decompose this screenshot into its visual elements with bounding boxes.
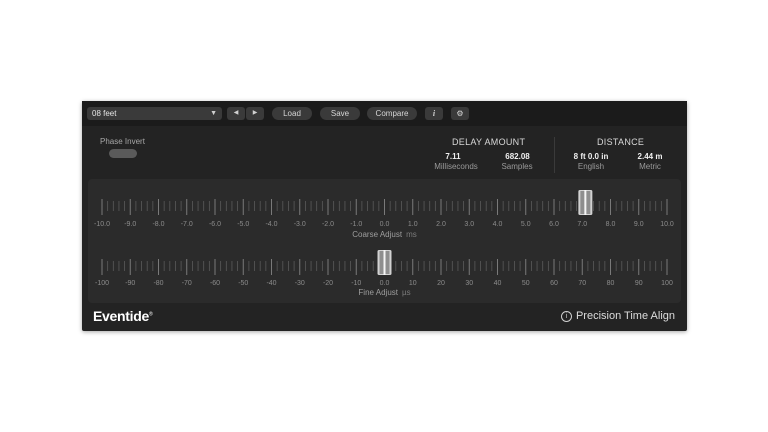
coarse-tick-label: -8.0 [152, 221, 164, 228]
fine-tick-label: 50 [522, 280, 530, 287]
plugin-window: 08 feet ▼ ◀ ▶ Load Save Compare i ⚙ Phas… [82, 101, 687, 331]
fine-tick-label: 20 [437, 280, 445, 287]
compare-button[interactable]: Compare [367, 107, 417, 120]
fine-adjust-caption: Fine Adjust µs [88, 288, 681, 297]
fine-adjust-scale[interactable]: -100 -90 -80 -70 -60 -50 -40 -30 -20 -10 0.0 10 20 30… [88, 245, 681, 291]
coarse-adjust-label: Coarse Adjust [352, 230, 403, 239]
fine-tick-label: -50 [238, 280, 248, 287]
delay-samples-value: 682.08 [505, 152, 530, 161]
coarse-tick-label: -5.0 [237, 221, 249, 228]
coarse-tick-label: -6.0 [209, 221, 221, 228]
fine-handle[interactable] [377, 250, 392, 275]
product-name[interactable]: i Precision Time Align [560, 310, 675, 322]
coarse-tick-label: -1.0 [350, 221, 362, 228]
phase-invert-toggle[interactable] [109, 149, 137, 158]
adjust-panel: -10.0 -9.0 -8.0 -7.0 -6.0 -5.0 -4.0 -3.0 -2.0 -1.… [88, 179, 681, 303]
coarse-tick-label: 1.0 [408, 221, 418, 228]
fine-tick-label: -70 [182, 280, 192, 287]
distance-english-value: 8 ft 0.0 in [573, 152, 609, 161]
arrow-left-icon: ◀ [233, 110, 239, 116]
fine-adjust-label: Fine Adjust [358, 288, 398, 297]
coarse-tick-label: 0.0 [380, 221, 390, 228]
coarse-tick-label: -3.0 [294, 221, 306, 228]
coarse-tick-label: 10.0 [660, 221, 674, 228]
distance-metric-label: Metric [639, 162, 661, 171]
coarse-tick-label: -10.0 [94, 221, 110, 228]
fine-adjust-unit: µs [401, 288, 411, 297]
fine-tick-label: 0.0 [380, 280, 390, 287]
fine-tick-label: 10 [409, 280, 417, 287]
preset-select[interactable]: 08 feet ▼ [87, 107, 222, 120]
phase-invert-label: Phase Invert [100, 137, 145, 146]
next-preset-button[interactable]: ▶ [246, 107, 264, 120]
coarse-tick-label: -9.0 [124, 221, 136, 228]
fine-tick-label: -60 [210, 280, 220, 287]
coarse-tick-label: 5.0 [521, 221, 531, 228]
toolbar: 08 feet ▼ ◀ ▶ Load Save Compare i ⚙ [82, 101, 687, 126]
fine-adjust-slider[interactable]: -100 -90 -80 -70 -60 -50 -40 -30 -20 -10 0.0 10 20 30… [88, 245, 681, 303]
fine-tick-label: 80 [607, 280, 615, 287]
coarse-adjust-slider[interactable]: -10.0 -9.0 -8.0 -7.0 -6.0 -5.0 -4.0 -3.0 -2.0 -1.… [88, 185, 681, 243]
delay-ms-label: Milliseconds [434, 162, 478, 171]
coarse-tick-label: -4.0 [265, 221, 277, 228]
coarse-tick-label: 8.0 [606, 221, 616, 228]
logo-mark: ® [148, 311, 153, 318]
settings-gear-icon[interactable]: ⚙ [451, 107, 469, 120]
product-title: Precision Time Align [575, 310, 675, 322]
fine-tick-label: 100 [661, 280, 673, 287]
logo-text: Eventide [93, 308, 149, 324]
fine-tick-label: 30 [465, 280, 473, 287]
fine-tick-label: -30 [295, 280, 305, 287]
coarse-tick-label: 4.0 [493, 221, 503, 228]
coarse-tick-label: -2.0 [322, 221, 334, 228]
eventide-logo: Eventide® [93, 308, 153, 324]
info-icon[interactable]: i [425, 107, 443, 120]
distance-english-label: English [577, 162, 605, 171]
coarse-tick-label: 6.0 [549, 221, 559, 228]
coarse-tick-label: 9.0 [634, 221, 644, 228]
coarse-handle[interactable] [578, 190, 593, 215]
arrow-right-icon: ▶ [252, 110, 258, 116]
delay-samples-label: Samples [501, 162, 533, 171]
prev-preset-button[interactable]: ◀ [227, 107, 245, 120]
coarse-tick-label: 2.0 [436, 221, 446, 228]
fine-tick-label: 90 [635, 280, 643, 287]
coarse-tick-label: 7.0 [577, 221, 587, 228]
delay-amount-title: DELAY AMOUNT [452, 137, 526, 147]
load-button[interactable]: Load [272, 107, 312, 120]
save-button[interactable]: Save [320, 107, 360, 120]
fine-tick-label: 70 [578, 280, 586, 287]
preset-value: 08 feet [92, 109, 117, 118]
coarse-adjust-unit: ms [406, 230, 417, 239]
fine-tick-label: -10 [351, 280, 361, 287]
fine-tick-label: -20 [323, 280, 333, 287]
distance-metric-value: 2.44 m [637, 152, 663, 161]
fine-tick-label: 40 [494, 280, 502, 287]
coarse-adjust-scale[interactable]: -10.0 -9.0 -8.0 -7.0 -6.0 -5.0 -4.0 -3.0 -2.0 -1.… [88, 185, 681, 231]
fine-tick-label: -40 [266, 280, 276, 287]
info-circle-icon: i [560, 310, 572, 322]
fine-tick-label: 60 [550, 280, 558, 287]
caret-down-icon: ▼ [210, 110, 217, 117]
coarse-tick-label: 3.0 [464, 221, 474, 228]
distance-title: DISTANCE [597, 137, 645, 147]
delay-ms-value: 7.11 [445, 152, 461, 161]
fine-tick-label: -90 [125, 280, 135, 287]
fine-tick-label: -100 [95, 280, 109, 287]
fine-tick-label: -80 [153, 280, 163, 287]
coarse-tick-label: -7.0 [181, 221, 193, 228]
coarse-adjust-caption: Coarse Adjust ms [88, 230, 681, 239]
section-divider [554, 137, 555, 173]
